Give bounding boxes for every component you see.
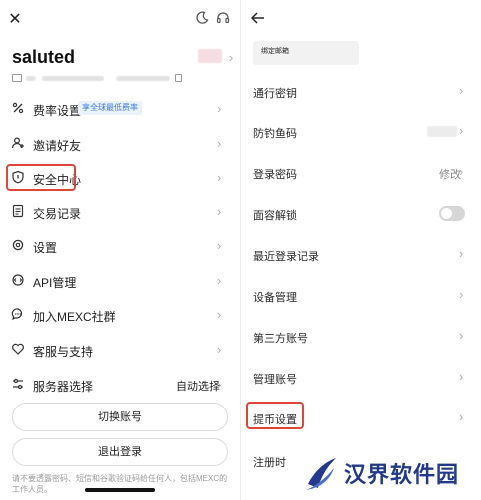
setting-label: 面容解锁 xyxy=(253,210,297,222)
add-user-icon xyxy=(11,136,25,150)
setting-row-recent-logins[interactable]: 最近登录记录 › xyxy=(241,243,481,267)
profile-chevron-right-icon[interactable]: › xyxy=(229,51,233,65)
toggle-knob xyxy=(441,208,452,219)
account-menu-pane: ✕ saluted › 费率设置 享全球最低费率 › 邀请好友 › 安全中心 ›… xyxy=(0,0,240,500)
copy-icon[interactable] xyxy=(175,74,182,82)
chevron-right-icon: › xyxy=(217,307,222,322)
menu-item-fee-settings[interactable]: 费率设置 享全球最低费率 › xyxy=(0,97,240,121)
security-center-pane: 绑定邮箱 通行密钥 › 防钓鱼码 › 登录密码 修改 › 面容解锁 最近登录记录… xyxy=(241,0,481,500)
setting-row-login-password[interactable]: 登录密码 修改 › xyxy=(241,161,481,185)
chevron-right-icon: › xyxy=(459,287,464,302)
switch-account-button[interactable]: 切换账号 xyxy=(12,403,228,431)
redacted-value xyxy=(427,126,457,137)
server-selection-value: 自动选择 xyxy=(176,381,220,393)
chevron-right-icon: › xyxy=(459,328,464,343)
back-arrow-icon[interactable] xyxy=(250,11,266,25)
chevron-right-icon: › xyxy=(459,123,464,138)
avatar-blurred[interactable] xyxy=(198,49,222,63)
highlight-box-withdrawal-settings xyxy=(246,402,304,429)
bound-email-label: 绑定邮箱 xyxy=(261,48,289,55)
setting-label: 最近登录记录 xyxy=(253,251,319,263)
setting-label: 通行密钥 xyxy=(253,88,297,100)
menu-item-label: 服务器选择 xyxy=(33,380,94,394)
setting-label: 管理账号 xyxy=(253,374,297,386)
setting-row-anti-phishing-code[interactable]: 防钓鱼码 › xyxy=(241,120,481,144)
logout-button[interactable]: 退出登录 xyxy=(12,438,228,466)
setting-label: 注册时 xyxy=(253,457,286,469)
close-icon[interactable]: ✕ xyxy=(6,10,24,28)
setting-row-third-party-accounts[interactable]: 第三方账号 › xyxy=(241,325,481,349)
menu-item-label: 客服与支持 xyxy=(33,345,94,359)
menu-item-label: 设置 xyxy=(33,241,58,255)
setting-row-passkey[interactable]: 通行密钥 › xyxy=(241,80,481,104)
menu-item-settings[interactable]: 设置 › xyxy=(0,234,240,258)
document-icon xyxy=(11,204,25,218)
chat-bubble-icon xyxy=(11,307,25,321)
mail-icon xyxy=(12,74,22,82)
username: saluted xyxy=(12,47,76,67)
setting-row-manage-account[interactable]: 管理账号 › xyxy=(241,366,481,390)
heart-handshake-icon xyxy=(11,342,25,356)
bound-email-field[interactable]: 绑定邮箱 xyxy=(253,41,359,65)
menu-item-trade-history[interactable]: 交易记录 › xyxy=(0,200,240,224)
dark-mode-moon-icon[interactable] xyxy=(195,11,209,25)
face-unlock-toggle[interactable] xyxy=(439,206,465,221)
watermark-text: 汉界软件园 xyxy=(344,462,460,487)
menu-item-invite-friends[interactable]: 邀请好友 › xyxy=(0,132,240,156)
menu-item-join-community[interactable]: 加入MEXC社群 › xyxy=(0,303,240,327)
setting-row-face-unlock: 面容解锁 xyxy=(241,202,481,226)
menu-item-label: 加入MEXC社群 xyxy=(33,310,116,324)
redacted-text xyxy=(26,76,36,81)
setting-label: 防钓鱼码 xyxy=(253,128,297,140)
modify-value: 修改 xyxy=(439,169,461,181)
watermark-logo: 汉界软件园 xyxy=(304,454,480,498)
menu-item-api-management[interactable]: API管理 › xyxy=(0,269,240,293)
chevron-right-icon: › xyxy=(217,101,222,116)
chevron-right-icon: › xyxy=(217,136,222,151)
headset-icon[interactable] xyxy=(216,11,230,25)
menu-item-server-selection[interactable]: 服务器选择 自动选择 › xyxy=(0,373,240,397)
menu-item-label: 邀请好友 xyxy=(33,139,82,153)
menu-item-customer-support[interactable]: 客服与支持 › xyxy=(0,338,240,362)
home-indicator xyxy=(85,488,155,492)
menu-item-label: 费率设置 xyxy=(33,104,82,118)
chevron-right-icon: › xyxy=(217,377,222,392)
sliders-icon xyxy=(11,377,25,391)
chevron-right-icon: › xyxy=(217,170,222,185)
gear-icon xyxy=(11,238,25,252)
chevron-right-icon: › xyxy=(217,204,222,219)
redacted-email xyxy=(42,76,104,81)
redacted-uid xyxy=(116,76,170,81)
api-icon xyxy=(11,273,25,287)
lowest-fee-badge: 享全球最低费率 xyxy=(78,101,142,115)
setting-label: 登录密码 xyxy=(253,169,297,181)
menu-item-label: 交易记录 xyxy=(33,207,82,221)
chevron-right-icon: › xyxy=(459,409,464,424)
watermark-swoosh-icon xyxy=(306,458,336,490)
chevron-right-icon: › xyxy=(459,164,464,179)
chevron-right-icon: › xyxy=(217,238,222,253)
setting-label: 第三方账号 xyxy=(253,333,308,345)
setting-label: 设备管理 xyxy=(253,292,297,304)
account-identifiers xyxy=(12,74,212,84)
setting-row-device-management[interactable]: 设备管理 › xyxy=(241,284,481,308)
chevron-right-icon: › xyxy=(459,246,464,261)
chevron-right-icon: › xyxy=(217,273,222,288)
highlight-box-security-center xyxy=(6,164,76,191)
chevron-right-icon: › xyxy=(217,342,222,357)
chevron-right-icon: › xyxy=(459,83,464,98)
menu-item-label: API管理 xyxy=(33,276,77,290)
percent-icon xyxy=(11,101,25,115)
chevron-right-icon: › xyxy=(459,369,464,384)
